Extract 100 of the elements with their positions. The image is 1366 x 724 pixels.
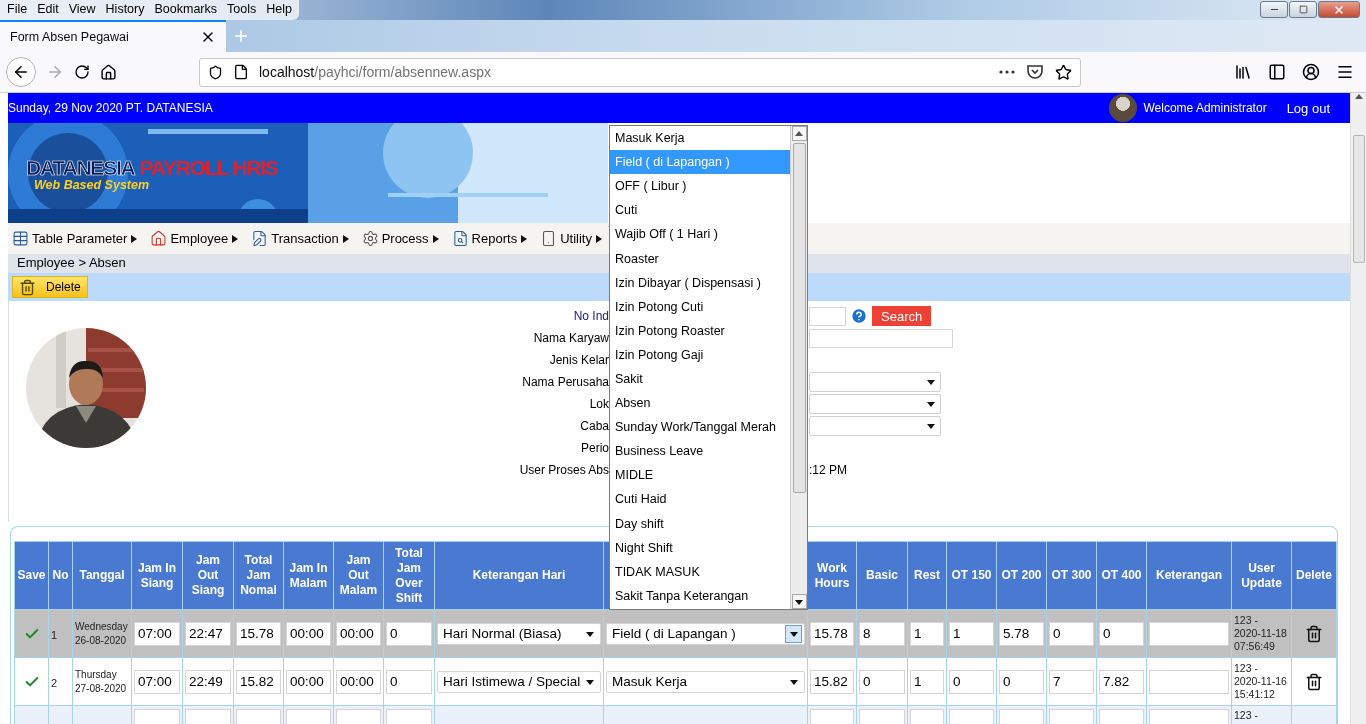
house-icon bbox=[150, 230, 168, 247]
input-field[interactable] bbox=[809, 328, 953, 348]
date-text: 26-08-2020 bbox=[75, 633, 128, 648]
table-row[interactable]: 2 Thursday 27-08-2020 07:00 22:49 15.82 00:00 00:00 0 Hari Istimewa / Special Masuk Kerja 15.82 0 1 0 0 7 7.82 123 - 2020-11-16 15:41:12 bbox=[14, 657, 1337, 706]
column-header: Tanggal bbox=[72, 541, 132, 610]
browser-tab[interactable]: Form Absen Pegawai bbox=[0, 20, 226, 52]
trash-icon[interactable] bbox=[1305, 624, 1323, 643]
close-window-button[interactable] bbox=[1318, 1, 1360, 18]
forward-icon[interactable] bbox=[46, 63, 64, 81]
caret-icon bbox=[927, 422, 935, 430]
caret-icon bbox=[789, 677, 798, 686]
address-field[interactable]: localhost/payhci/form/absennew.aspx bbox=[199, 57, 1081, 87]
dropdown-scrollbar[interactable] bbox=[790, 126, 807, 609]
maximize-icon bbox=[1298, 5, 1308, 14]
cell-input[interactable]: 1 bbox=[949, 621, 994, 646]
column-header: Rest bbox=[907, 541, 947, 610]
cell-input[interactable]: 0 bbox=[386, 669, 432, 694]
scrollbar-thumb[interactable] bbox=[792, 143, 806, 493]
column-header: Jam Out Siang bbox=[182, 541, 234, 610]
trash-icon[interactable] bbox=[1305, 672, 1323, 691]
cell-input[interactable]: 0 bbox=[859, 669, 905, 694]
day-text: Wednesday bbox=[75, 619, 129, 634]
star-icon[interactable] bbox=[1055, 63, 1072, 81]
cell-input[interactable]: 7.82 bbox=[1099, 669, 1144, 694]
cell-input[interactable]: 00:00 bbox=[336, 621, 381, 646]
cell-input[interactable]: 8 bbox=[859, 621, 905, 646]
search-button[interactable]: Search bbox=[872, 306, 932, 326]
cell-input[interactable]: 07:00 bbox=[134, 621, 180, 646]
cell-input[interactable]: 22:47 bbox=[185, 621, 231, 646]
cell-input[interactable]: 0 bbox=[1049, 621, 1094, 646]
input-field[interactable] bbox=[809, 306, 846, 326]
more-icon[interactable] bbox=[999, 70, 1015, 74]
menu-item[interactable]: Table Parameter bbox=[12, 230, 139, 247]
cell-select[interactable]: Masuk Kerja bbox=[606, 670, 805, 693]
sidebar-icon[interactable] bbox=[1268, 63, 1286, 81]
cell-input[interactable]: 1 bbox=[910, 621, 944, 646]
cell-input[interactable]: 15.82 bbox=[810, 669, 854, 694]
cell-select[interactable]: Field ( di Lapangan ) bbox=[606, 622, 805, 645]
menu-item[interactable]: Employee bbox=[150, 230, 240, 247]
menu-item[interactable]: Transaction bbox=[251, 230, 350, 247]
cell-select[interactable]: Hari Normal (Biasa) bbox=[437, 622, 601, 645]
select-field[interactable] bbox=[809, 372, 941, 392]
cell-input[interactable]: 0 bbox=[999, 669, 1044, 694]
cell-input[interactable]: 15.82 bbox=[236, 669, 281, 694]
scrollbar-thumb[interactable] bbox=[1352, 135, 1365, 263]
menu-icon[interactable] bbox=[1336, 63, 1354, 81]
pocket-icon[interactable] bbox=[1027, 64, 1043, 80]
field-label: Perio bbox=[580, 441, 609, 455]
field-label: Nama Karyaw bbox=[532, 331, 609, 345]
menu-item[interactable]: Process bbox=[361, 230, 440, 247]
delete-button[interactable]: Delete bbox=[12, 276, 88, 298]
logout-link[interactable]: Log out bbox=[1286, 100, 1330, 116]
column-header: OT 400 bbox=[1096, 541, 1147, 610]
logo-product: PAYROLL HRIS bbox=[139, 156, 278, 180]
caret-icon bbox=[130, 234, 139, 243]
close-icon bbox=[1333, 3, 1345, 16]
menu-bar-item[interactable]: Help bbox=[261, 0, 297, 20]
caret-icon bbox=[789, 629, 798, 638]
maximize-button[interactable] bbox=[1289, 1, 1317, 18]
account-icon[interactable] bbox=[1302, 63, 1320, 81]
menu-item[interactable]: Reports bbox=[451, 230, 529, 247]
cell-input[interactable]: 1 bbox=[910, 669, 944, 694]
cell-input[interactable]: 15.78 bbox=[236, 621, 281, 646]
cell-input[interactable] bbox=[1149, 669, 1229, 694]
cell-input[interactable]: 5.78 bbox=[999, 621, 1044, 646]
minimize-button[interactable] bbox=[1260, 1, 1288, 18]
field-label: User Proses Abs bbox=[518, 463, 609, 477]
select-field[interactable] bbox=[809, 416, 941, 436]
column-header: Keterangan Hari bbox=[434, 541, 604, 610]
cell-input[interactable]: 15.78 bbox=[810, 621, 854, 646]
back-button[interactable] bbox=[6, 57, 36, 87]
cell-input[interactable] bbox=[1149, 621, 1229, 646]
menu-bar-item[interactable]: Edit bbox=[32, 0, 64, 20]
url-host: localhost bbox=[259, 64, 315, 80]
cell-input[interactable]: 22:49 bbox=[185, 669, 231, 694]
cell-input[interactable]: 00:00 bbox=[286, 669, 331, 694]
select-field[interactable] bbox=[809, 394, 941, 414]
menu-bar-item[interactable]: View bbox=[63, 0, 101, 20]
menu-bar-item[interactable]: Tools bbox=[222, 0, 262, 20]
cell-select[interactable]: Hari Istimewa / Special bbox=[437, 670, 601, 693]
date-company-text: Sunday, 29 Nov 2020 PT. DATANESIA bbox=[8, 101, 213, 115]
cell-input[interactable]: 7 bbox=[1049, 669, 1094, 694]
cell-input[interactable]: 0 bbox=[949, 669, 994, 694]
table-row[interactable]: 1 Wednesday 26-08-2020 07:00 22:47 15.78 00:00 00:00 0 Hari Normal (Biasa) Field ( di Lapangan ) 15.78 8 1 1 5.78 0 0 123 - 2020-11-18 07:56:49 bbox=[14, 609, 1337, 658]
cell-input[interactable]: 07:00 bbox=[134, 669, 180, 694]
reload-icon[interactable] bbox=[74, 64, 90, 80]
menu-bar-item[interactable]: Bookmarks bbox=[149, 0, 222, 20]
welcome-text: Welcome Administrator bbox=[1143, 101, 1267, 115]
help-icon[interactable] bbox=[850, 307, 868, 325]
library-icon[interactable] bbox=[1234, 63, 1252, 81]
menu-bar-item[interactable]: File bbox=[2, 0, 33, 20]
cell-input[interactable]: 00:00 bbox=[286, 621, 331, 646]
cell-input[interactable]: 0 bbox=[386, 621, 432, 646]
cell-input[interactable]: 00:00 bbox=[336, 669, 381, 694]
menu-item[interactable]: Utility bbox=[540, 230, 603, 247]
scrollbar[interactable] bbox=[1350, 93, 1366, 724]
menu-bar-item[interactable]: History bbox=[100, 0, 150, 20]
field-label: Jenis Kelar bbox=[548, 353, 609, 367]
home-icon[interactable] bbox=[100, 63, 117, 81]
cell-input[interactable]: 0 bbox=[1099, 621, 1144, 646]
